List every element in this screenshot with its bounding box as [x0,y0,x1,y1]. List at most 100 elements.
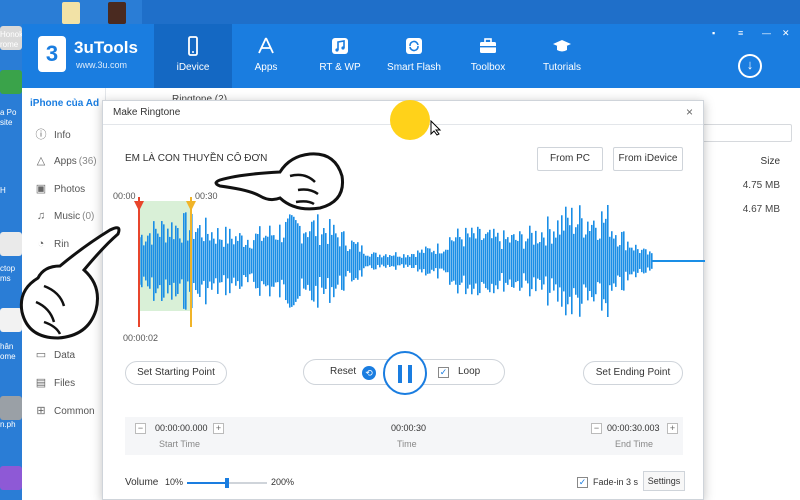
waveform-sample [287,218,289,304]
settings-button[interactable]: Settings [643,471,685,491]
waveform-sample [281,242,283,280]
size-column-header[interactable]: Size [761,156,780,167]
waveform-sample [589,230,591,292]
tab-rt-wp[interactable]: RT & WP [301,24,379,88]
waveform-sample [573,233,575,289]
waveform-sample [553,231,555,291]
reset-icon[interactable]: ⟲ [362,366,376,380]
waveform-sample [475,238,477,284]
start-marker-handle[interactable] [134,201,144,211]
start-time-caption: Start Time [159,439,201,449]
tab-apps[interactable]: Apps [227,24,305,88]
desktop-icon[interactable] [0,70,22,94]
set-starting-point-button[interactable]: Set Starting Point [125,361,227,385]
fade-in-checkbox[interactable]: ✓ [577,477,588,488]
volume-thumb[interactable] [225,478,229,488]
waveform-sample [473,233,475,289]
waveform-sample [305,232,307,290]
end-time-minus[interactable]: − [591,423,602,434]
waveform-sample [315,236,317,286]
waveform-sample [627,241,629,281]
file-icon[interactable] [108,2,126,24]
reset-button[interactable]: Reset [330,366,356,377]
waveform-sample [565,206,567,316]
waveform-sample [171,222,173,300]
start-time-value[interactable]: 00:00:00.000 [155,423,208,433]
desktop-icon-label: ome [0,352,16,361]
waveform-sample [543,237,545,285]
sidebar-item-label: Common [54,406,95,417]
waveform-sample [479,228,481,294]
waveform-sample [445,249,447,273]
waveform-sample [641,249,643,273]
waveform-sample [351,240,353,282]
volume-min-label: 10% [165,477,184,487]
download-icon[interactable]: ↓ [738,54,762,78]
waveform-sample [331,234,333,288]
waveform-sample [149,233,151,289]
waveform-sample [559,234,561,288]
waveform-sample [221,239,223,283]
tab-label: iDevice [176,62,210,73]
waveform-sample [451,240,453,282]
set-ending-point-button[interactable]: Set Ending Point [583,361,683,385]
waveform-sample [333,224,335,298]
skin-button[interactable]: ▪ [712,28,715,38]
start-time-minus[interactable]: − [135,423,146,434]
waveform-sample [299,225,301,297]
waveform-sample [497,232,499,290]
waveform-sample [253,240,255,282]
volume-slider[interactable] [187,478,267,488]
tab-idevice[interactable]: iDevice [154,24,232,88]
waveform[interactable] [103,197,705,327]
dialog-title: Make Ringtone [113,107,181,118]
from-pc-button[interactable]: From PC [537,147,603,171]
search-input[interactable] [692,124,792,142]
waveform-sample [237,240,239,282]
waveform-sample [609,236,611,286]
minimize-button[interactable]: — [762,28,771,38]
waveform-sample [313,220,315,302]
waveform-sample [367,255,369,267]
start-marker[interactable] [138,197,140,327]
waveform-sample [407,255,409,267]
end-time-value[interactable]: 00:00:30.003 [607,423,660,433]
end-time-plus[interactable]: + [667,423,678,434]
waveform-sample [337,237,339,285]
waveform-sample [619,245,621,277]
close-window-button[interactable]: ✕ [782,28,790,39]
device-name[interactable]: iPhone của Ad [30,98,99,109]
close-icon[interactable]: × [686,105,693,119]
waveform-sample [579,205,581,317]
waveform-sample [499,241,501,281]
waveform-sample [463,246,465,276]
menu-button[interactable]: ≡ [738,28,743,38]
waveform-sample [247,239,249,283]
waveform-sample [485,233,487,289]
end-marker-handle[interactable] [186,201,196,211]
waveform-sample [425,246,427,276]
brand-name: 3uTools [74,38,138,57]
data-icon: ▭ [35,349,47,361]
make-ringtone-dialog: Make Ringtone × EM LÀ CON THUYỀN CÔ ĐƠN … [102,100,705,500]
start-time-plus[interactable]: + [213,423,224,434]
waveform-sample [167,228,169,294]
tab-smart-flash[interactable]: Smart Flash [375,24,453,88]
waveform-sample [199,225,201,297]
waveform-sample [417,250,419,272]
desktop-icon[interactable] [0,466,22,490]
waveform-sample [593,220,595,302]
waveform-sample [267,236,269,286]
waveform-sample [453,241,455,281]
tab-tutorials[interactable]: Tutorials [523,24,601,88]
folder-icon[interactable] [62,2,80,24]
loop-checkbox[interactable]: ✓ [438,367,449,378]
end-marker[interactable] [190,197,192,327]
pause-button[interactable] [383,351,427,395]
desktop-icon[interactable] [0,396,22,420]
mouse-pointer-icon [430,120,442,136]
sidebar-item-label: Files [54,378,76,389]
tab-toolbox[interactable]: Toolbox [449,24,527,88]
waveform-sample [635,244,637,278]
from-idevice-button[interactable]: From iDevice [613,147,683,171]
